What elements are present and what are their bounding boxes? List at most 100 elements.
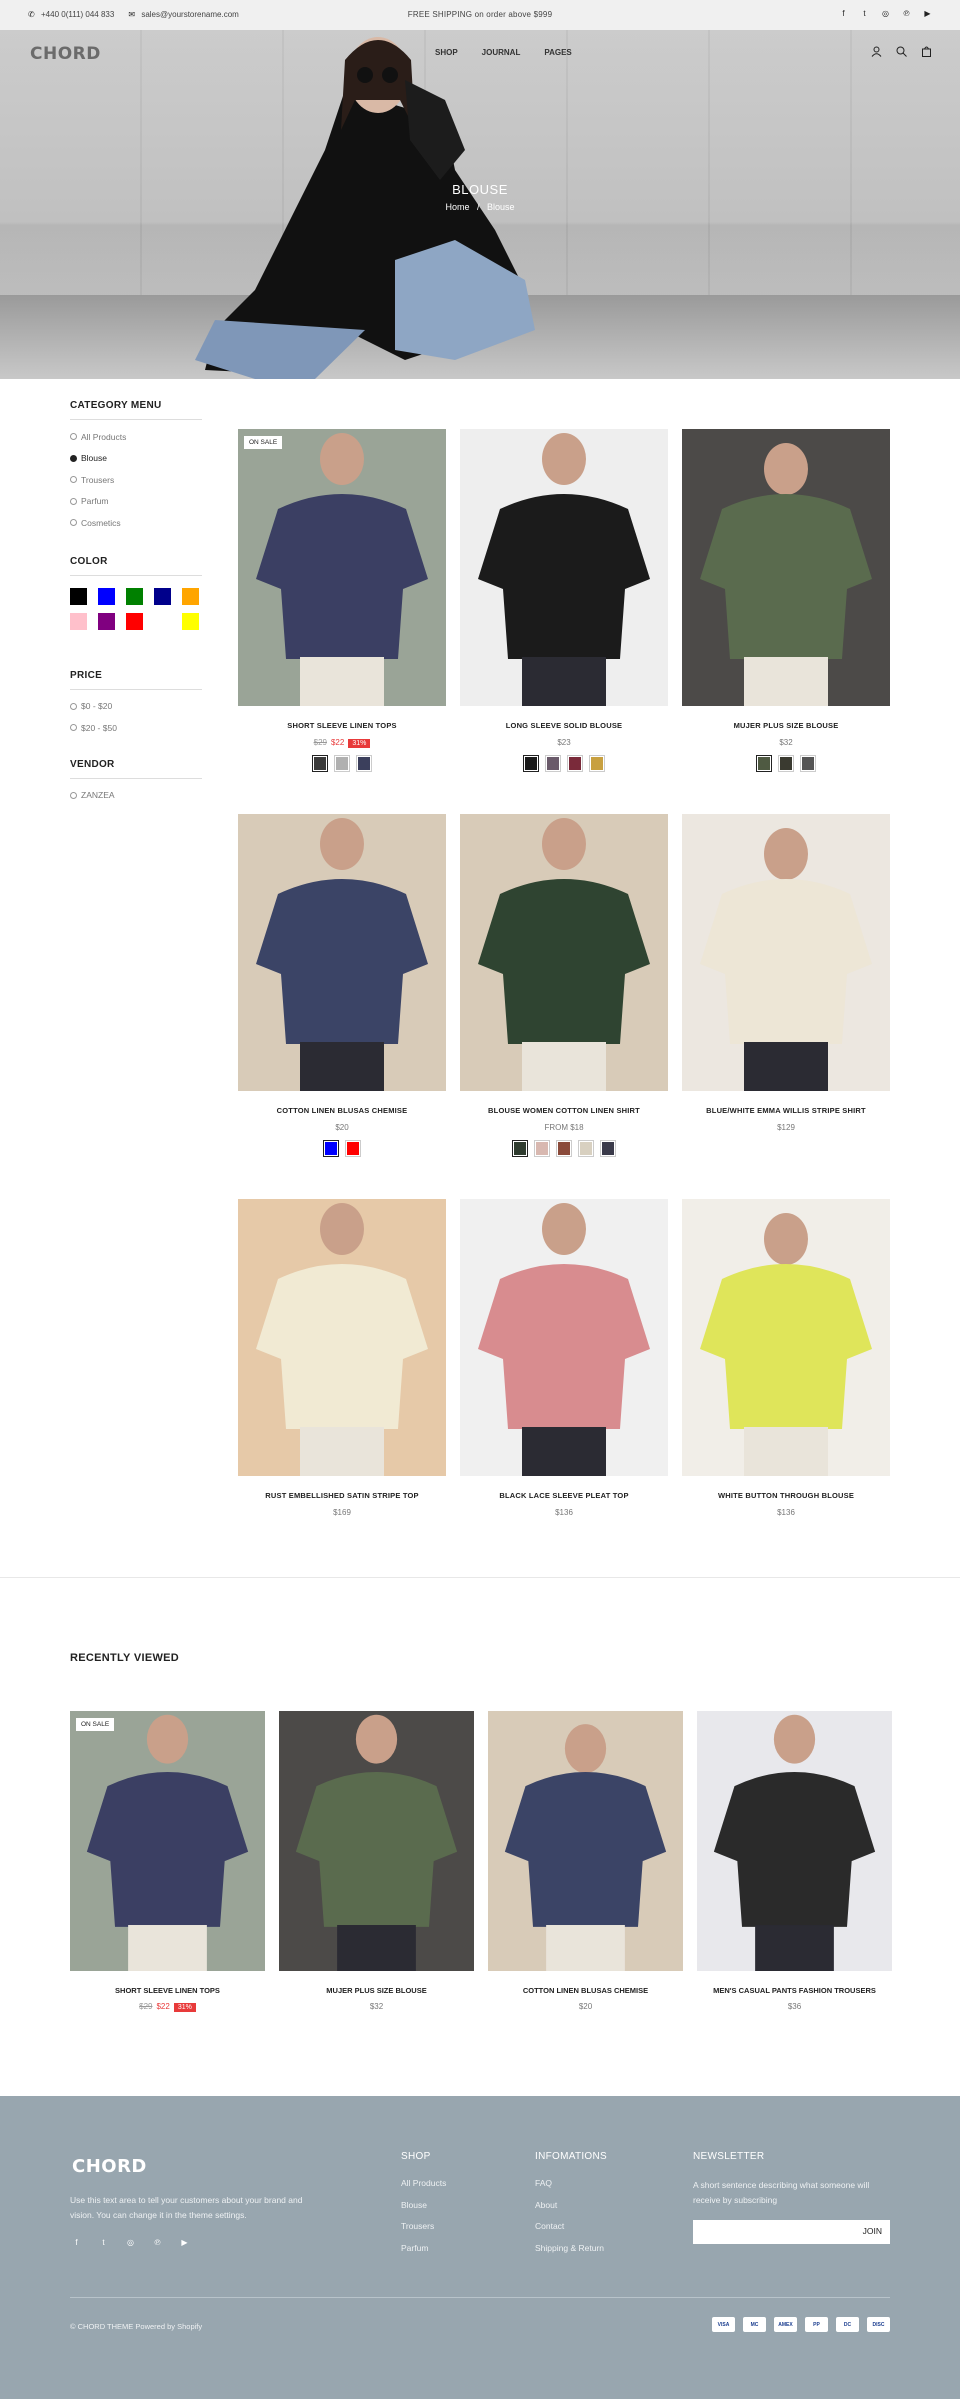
youtube-icon[interactable]: ▶ [180,2238,189,2247]
variant-swatch[interactable] [345,1140,361,1157]
color-swatch[interactable] [126,587,143,605]
product-image-wrap[interactable] [488,1711,683,1971]
facebook-icon[interactable]: f [72,2238,81,2247]
variant-thumbnail[interactable] [778,755,794,772]
product-image-wrap[interactable] [697,1711,892,1971]
instagram-icon[interactable]: ◎ [881,9,890,18]
product-image-wrap[interactable]: ON SALE [70,1711,265,1971]
color-swatch[interactable] [70,612,87,630]
powered-by[interactable]: Powered by Shopify [135,2322,202,2331]
color-swatch[interactable] [98,587,115,605]
product-title[interactable]: MUJER PLUS SIZE BLOUSE [279,1986,474,1995]
product-card[interactable]: BLACK LACE SLEEVE PLEAT TOP $136 [460,1199,668,1517]
product-card[interactable]: WHITE BUTTON THROUGH BLOUSE $136 [682,1199,890,1517]
product-image-wrap[interactable] [682,814,890,1091]
product-image-wrap[interactable] [460,429,668,706]
recent-product-card[interactable]: COTTON LINEN BLUSAS CHEMISE $20 [488,1711,683,2011]
pinterest-icon[interactable]: ℗ [153,2238,162,2247]
variant-thumbnail[interactable] [567,755,583,772]
price-option[interactable]: $20 - $50 [70,717,202,739]
product-image-wrap[interactable] [238,814,446,1091]
color-swatch[interactable] [154,587,171,605]
product-image-wrap[interactable] [238,1199,446,1476]
footer-link-blouse[interactable]: Blouse [401,2200,446,2222]
variant-thumbnail[interactable] [578,1140,594,1157]
category-option[interactable]: Blouse [70,448,202,470]
cart-icon[interactable] [921,46,932,57]
store-logo[interactable]: CHORD [30,44,101,64]
category-option[interactable]: Trousers [70,469,202,491]
color-swatch[interactable] [182,587,199,605]
footer-link-about[interactable]: About [535,2200,607,2222]
product-title[interactable]: COTTON LINEN BLUSAS CHEMISE [488,1986,683,1995]
join-button[interactable]: JOIN [863,2226,882,2236]
footer-link-contact[interactable]: Contact [535,2221,607,2243]
menu-pages[interactable]: PAGES [544,48,571,57]
product-title[interactable]: RUST EMBELLISHED SATIN STRIPE TOP [238,1491,446,1500]
color-swatch[interactable] [182,612,199,630]
search-icon[interactable] [896,46,907,57]
recent-product-card[interactable]: MEN'S CASUAL PANTS FASHION TROUSERS $36 [697,1711,892,2011]
vendor-option[interactable]: ZANZEA [70,785,202,807]
product-card[interactable]: RUST EMBELLISHED SATIN STRIPE TOP $169 [238,1199,446,1517]
youtube-icon[interactable]: ▶ [923,9,932,18]
variant-thumbnail[interactable] [600,1140,616,1157]
product-card[interactable]: BLOUSE WOMEN COTTON LINEN SHIRT FROM $18 [460,814,668,1157]
product-card[interactable]: LONG SLEEVE SOLID BLOUSE $23 [460,429,668,772]
footer-link-trousers[interactable]: Trousers [401,2221,446,2243]
product-image-wrap[interactable] [460,814,668,1091]
category-option[interactable]: Parfum [70,491,202,513]
product-image-wrap[interactable] [682,1199,890,1476]
variant-thumbnail[interactable] [523,755,539,772]
newsletter-email-input[interactable] [693,2220,843,2244]
variant-thumbnail[interactable] [534,1140,550,1157]
product-title[interactable]: WHITE BUTTON THROUGH BLOUSE [682,1491,890,1500]
recent-product-card[interactable]: ON SALE SHORT SLEEVE LINEN TOPS $29 $22 31% [70,1711,265,2012]
variant-thumbnail[interactable] [545,755,561,772]
color-swatch[interactable] [154,612,171,630]
variant-thumbnail[interactable] [512,1140,528,1157]
twitter-icon[interactable]: t [860,9,869,18]
variant-thumbnail[interactable] [356,755,372,772]
product-title[interactable]: BLUE/WHITE EMMA WILLIS STRIPE SHIRT [682,1106,890,1115]
variant-thumbnail[interactable] [334,755,350,772]
category-option[interactable]: All Products [70,426,202,448]
instagram-icon[interactable]: ◎ [126,2238,135,2247]
variant-thumbnail[interactable] [800,755,816,772]
facebook-icon[interactable]: f [839,9,848,18]
color-swatch[interactable] [70,587,87,605]
product-card[interactable]: MUJER PLUS SIZE BLOUSE $32 [682,429,890,772]
product-title[interactable]: LONG SLEEVE SOLID BLOUSE [460,721,668,730]
product-card[interactable]: ON SALE SHORT SLEEVE LINEN TOPS $29 $22 31% [238,429,446,772]
footer-link-parfum[interactable]: Parfum [401,2243,446,2265]
product-card[interactable]: COTTON LINEN BLUSAS CHEMISE $20 [238,814,446,1157]
product-title[interactable]: SHORT SLEEVE LINEN TOPS [238,721,446,730]
recent-product-card[interactable]: MUJER PLUS SIZE BLOUSE $32 [279,1711,474,2011]
footer-logo[interactable]: CHORD [72,2156,147,2177]
color-swatch[interactable] [98,612,115,630]
breadcrumb-home[interactable]: Home [445,202,469,212]
footer-link-all-products[interactable]: All Products [401,2178,446,2200]
product-title[interactable]: COTTON LINEN BLUSAS CHEMISE [238,1106,446,1115]
variant-thumbnail[interactable] [556,1140,572,1157]
variant-swatch[interactable] [323,1140,339,1157]
product-title[interactable]: MEN'S CASUAL PANTS FASHION TROUSERS [697,1986,892,1995]
product-card[interactable]: BLUE/WHITE EMMA WILLIS STRIPE SHIRT $129 [682,814,890,1132]
footer-link-shipping[interactable]: Shipping & Return [535,2243,607,2265]
footer-link-faq[interactable]: FAQ [535,2178,607,2200]
variant-thumbnail[interactable] [589,755,605,772]
variant-thumbnail[interactable] [312,755,328,772]
product-title[interactable]: BLACK LACE SLEEVE PLEAT TOP [460,1491,668,1500]
color-swatch[interactable] [126,612,143,630]
variant-thumbnail[interactable] [756,755,772,772]
product-title[interactable]: MUJER PLUS SIZE BLOUSE [682,721,890,730]
product-image-wrap[interactable] [460,1199,668,1476]
account-icon[interactable] [871,46,882,57]
product-title[interactable]: SHORT SLEEVE LINEN TOPS [70,1986,265,1995]
twitter-icon[interactable]: t [99,2238,108,2247]
product-title[interactable]: BLOUSE WOMEN COTTON LINEN SHIRT [460,1106,668,1115]
pinterest-icon[interactable]: ℗ [902,9,911,18]
menu-journal[interactable]: JOURNAL [482,48,521,57]
product-image-wrap[interactable]: ON SALE [238,429,446,706]
category-option[interactable]: Cosmetics [70,512,202,534]
